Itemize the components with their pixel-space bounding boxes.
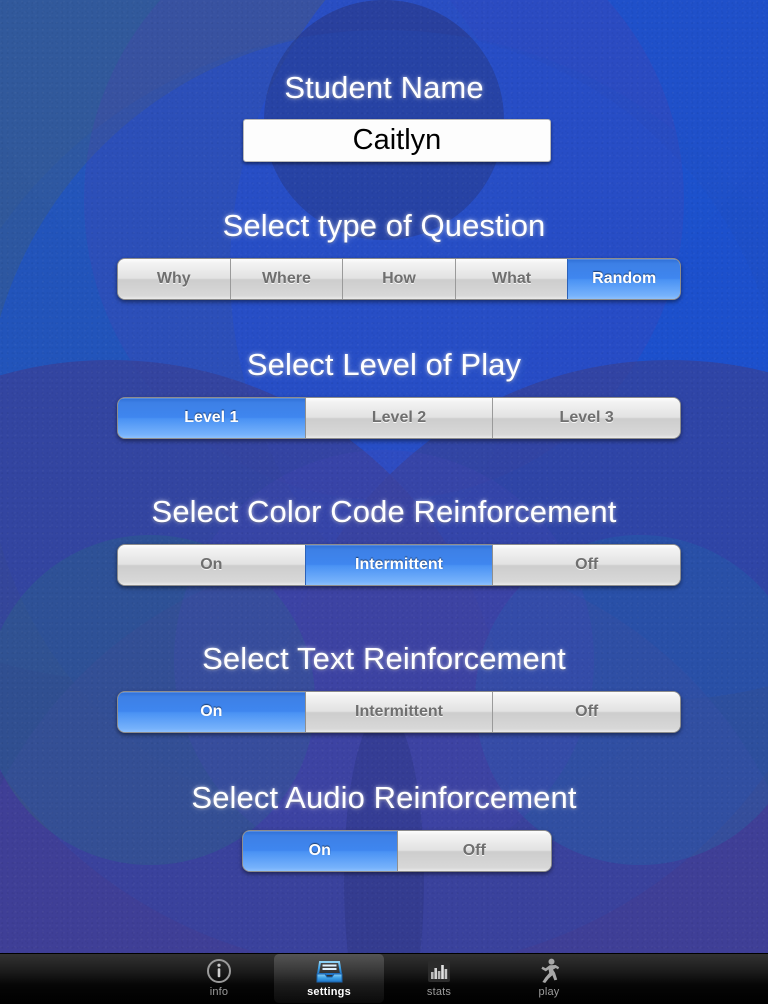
bar-chart-icon <box>424 957 454 985</box>
segment-level-of-play-level-2[interactable]: Level 2 <box>304 398 493 438</box>
segmented-control-text-reinforcement[interactable]: On Intermittent Off <box>117 691 681 733</box>
segment-color-code-reinforcement-intermittent[interactable]: Intermittent <box>304 545 493 585</box>
settings-screen: Student Name Caitlyn Select type of Ques… <box>0 0 768 1004</box>
segment-audio-reinforcement-off[interactable]: Off <box>396 831 551 871</box>
section-heading-color-code-reinforcement: Select Color Code Reinforcement <box>151 494 617 529</box>
segment-question-type-random[interactable]: Random <box>567 259 680 299</box>
segment-audio-reinforcement-on[interactable]: On <box>243 831 397 871</box>
tab-label-info: info <box>209 986 229 998</box>
tab-settings[interactable]: settings <box>274 954 384 1003</box>
student-name-input[interactable]: Caitlyn <box>243 119 551 162</box>
segment-question-type-where[interactable]: Where <box>229 259 343 299</box>
section-heading-audio-reinforcement: Select Audio Reinforcement <box>191 780 577 815</box>
segment-text-reinforcement-intermittent[interactable]: Intermittent <box>304 692 493 732</box>
student-name-label: Student Name <box>284 70 484 105</box>
segment-color-code-reinforcement-on[interactable]: On <box>118 545 305 585</box>
inbox-tray-icon <box>314 957 344 985</box>
segment-question-type-what[interactable]: What <box>454 259 568 299</box>
section-heading-level-of-play: Select Level of Play <box>246 347 522 382</box>
section-heading-question-type: Select type of Question <box>222 208 546 243</box>
segment-level-of-play-level-1[interactable]: Level 1 <box>118 398 305 438</box>
segmented-control-question-type[interactable]: Why Where How What Random <box>117 258 681 300</box>
tab-stats[interactable]: stats <box>384 954 494 1003</box>
tab-label-stats: stats <box>426 986 452 998</box>
segmented-control-level-of-play[interactable]: Level 1 Level 2 Level 3 <box>117 397 681 439</box>
segmented-control-audio-reinforcement[interactable]: On Off <box>242 830 552 872</box>
tab-label-play: play <box>538 986 560 998</box>
segmented-control-color-code-reinforcement[interactable]: On Intermittent Off <box>117 544 681 586</box>
info-circle-icon <box>204 957 234 985</box>
tab-info[interactable]: info <box>164 954 274 1003</box>
segment-color-code-reinforcement-off[interactable]: Off <box>492 545 680 585</box>
segment-question-type-how[interactable]: How <box>342 259 455 299</box>
tab-bar: info settings stats play <box>0 953 768 1004</box>
segment-question-type-why[interactable]: Why <box>118 259 230 299</box>
tab-label-settings: settings <box>307 986 351 998</box>
tab-play[interactable]: play <box>494 954 604 1003</box>
section-heading-text-reinforcement: Select Text Reinforcement <box>202 641 566 676</box>
segment-text-reinforcement-on[interactable]: On <box>118 692 305 732</box>
running-man-icon <box>534 957 564 985</box>
segment-level-of-play-level-3[interactable]: Level 3 <box>492 398 680 438</box>
segment-text-reinforcement-off[interactable]: Off <box>492 692 680 732</box>
